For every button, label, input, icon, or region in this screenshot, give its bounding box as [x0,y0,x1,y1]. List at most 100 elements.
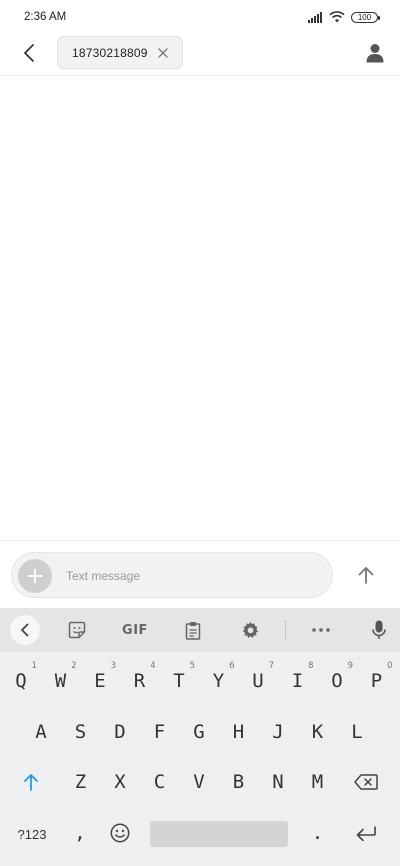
key-hint: 3 [110,661,116,671]
key-i[interactable]: 8I [280,661,316,701]
key-label: R [133,670,146,692]
comma-key[interactable]: , [62,813,98,853]
sticker-icon [68,621,86,639]
close-icon [158,48,168,58]
key-l[interactable]: L [339,712,375,752]
back-button[interactable] [16,40,42,66]
key-v[interactable]: V [181,762,217,802]
key-label: V [193,771,205,793]
key-label: X [114,771,126,793]
key-k[interactable]: K [300,712,336,752]
key-r[interactable]: 4R [122,661,158,701]
key-label: H [232,721,245,743]
key-x[interactable]: X [102,762,138,802]
space-key[interactable] [150,821,288,847]
plus-icon [27,568,43,584]
key-hint: 5 [189,661,195,671]
key-e[interactable]: 3E [82,661,118,701]
status-bar: 2:36 AM 100 [0,0,400,36]
key-label: , [74,822,86,844]
key-label: . [311,822,324,844]
key-q[interactable]: 1Q [3,661,39,701]
key-d[interactable]: D [102,712,138,752]
key-label: Y [212,670,225,692]
keyboard-toolbar: GIF [0,608,400,652]
key-label: Q [15,670,27,692]
period-key[interactable]: . [300,813,336,853]
signal-icon [308,11,322,23]
key-label: Z [74,771,87,793]
keyboard-collapse-button[interactable] [10,615,40,645]
gif-button[interactable]: GIF [118,616,152,644]
attach-button[interactable] [18,559,52,593]
key-hint: 1 [31,661,37,671]
key-p[interactable]: 0P [359,661,395,701]
key-label: G [193,721,205,743]
symbols-key[interactable]: ?123 [12,821,52,847]
status-time: 2:36 AM [24,11,67,23]
backspace-icon [354,774,378,790]
key-hint: 6 [229,661,235,671]
key-label: J [272,721,284,743]
backspace-key[interactable] [348,762,384,802]
compose-bar [0,540,400,608]
emoji-icon [110,823,130,843]
voice-input-button[interactable] [364,616,394,644]
key-label: C [153,771,166,793]
key-label: M [311,771,324,793]
more-options-button[interactable] [306,616,336,644]
keyboard: GIF 1 Q 2 W 3 E 4 R 5 T 6 Y 7 U 8 I 9 O … [0,608,400,866]
key-hint: 7 [268,661,274,671]
contact-person-icon [366,44,384,63]
toolbar-divider [285,620,286,640]
battery-level: 100 [357,12,372,22]
gif-label: GIF [122,622,148,638]
gear-icon [242,621,258,638]
shift-key[interactable] [13,762,49,802]
enter-icon [356,826,376,841]
emoji-key[interactable] [102,813,138,853]
key-label: F [153,721,166,743]
key-label: A [35,721,47,743]
key-o[interactable]: 9O [319,661,355,701]
key-label: K [311,721,324,743]
key-b[interactable]: B [221,762,257,802]
key-w[interactable]: 2W [43,661,79,701]
key-j[interactable]: J [260,712,296,752]
key-label: D [114,721,126,743]
contact-button[interactable] [362,40,388,66]
key-t[interactable]: 5T [161,661,197,701]
sticker-button[interactable] [62,616,92,644]
key-label: E [94,670,106,692]
key-h[interactable]: H [221,712,257,752]
key-u[interactable]: 7U [240,661,276,701]
back-arrow-icon [24,44,34,62]
key-n[interactable]: N [260,762,296,802]
key-a[interactable]: A [23,712,59,752]
key-c[interactable]: C [142,762,178,802]
key-y[interactable]: 6Y [201,661,237,701]
recipient-number: 18730218809 [72,45,148,60]
key-f[interactable]: F [142,712,178,752]
remove-recipient-button[interactable] [156,46,170,60]
key-m[interactable]: M [300,762,336,802]
key-z[interactable]: Z [63,762,99,802]
key-g[interactable]: G [181,712,217,752]
key-hint: 2 [71,661,77,671]
key-label: N [272,771,284,793]
clipboard-button[interactable] [178,616,208,644]
more-icon [312,628,330,632]
recipient-chip[interactable]: 18730218809 [57,36,183,69]
key-label: P [370,670,383,692]
microphone-icon [372,620,386,639]
enter-key[interactable] [348,813,384,853]
compose-field-container [11,552,333,598]
key-s[interactable]: S [63,712,99,752]
key-label: S [74,721,87,743]
send-button[interactable] [352,561,380,589]
keyboard-settings-button[interactable] [235,616,265,644]
key-hint: 0 [387,661,393,671]
message-input[interactable] [66,566,316,586]
key-label: U [252,670,264,692]
status-icons: 100 [308,11,380,23]
